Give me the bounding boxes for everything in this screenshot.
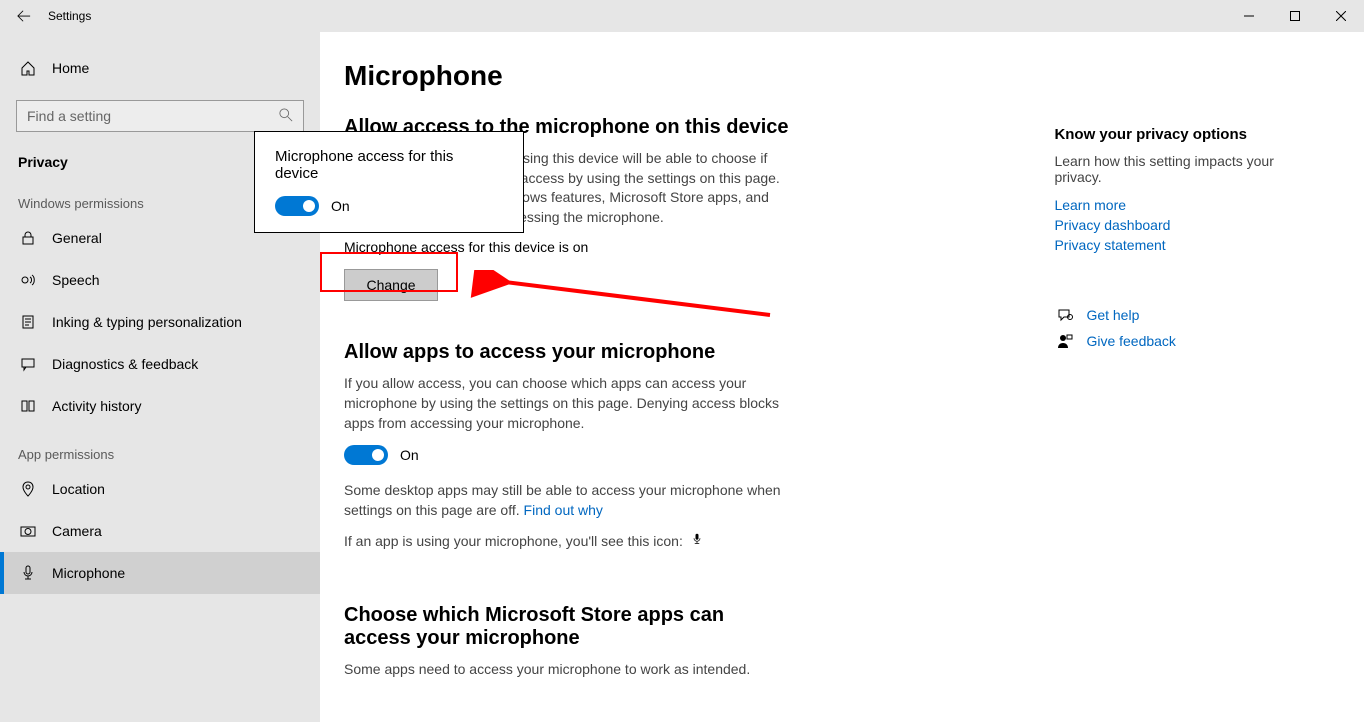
sidebar-item-speech[interactable]: Speech bbox=[0, 259, 320, 301]
mic-in-use-note: If an app is using your microphone, you'… bbox=[344, 532, 784, 552]
get-help-row[interactable]: Get help bbox=[1054, 307, 1364, 323]
privacy-dashboard-link[interactable]: Privacy dashboard bbox=[1054, 217, 1364, 233]
section-app-permissions: App permissions bbox=[0, 427, 320, 468]
close-icon bbox=[1336, 11, 1346, 21]
section3-body: Some apps need to access your microphone… bbox=[344, 660, 784, 680]
sidebar-item-diagnostics[interactable]: Diagnostics & feedback bbox=[0, 343, 320, 385]
privacy-statement-link[interactable]: Privacy statement bbox=[1054, 237, 1364, 253]
microphone-indicator-icon bbox=[691, 533, 703, 549]
location-icon bbox=[18, 481, 38, 497]
lock-icon bbox=[18, 230, 38, 246]
minimize-icon bbox=[1244, 11, 1254, 21]
history-icon bbox=[18, 398, 38, 414]
sidebar-item-label: Speech bbox=[52, 272, 99, 288]
device-access-toggle-label: On bbox=[331, 198, 350, 214]
sidebar-item-inking[interactable]: Inking & typing personalization bbox=[0, 301, 320, 343]
give-feedback-row[interactable]: Give feedback bbox=[1054, 333, 1364, 349]
search-box[interactable] bbox=[16, 100, 304, 132]
get-help-link[interactable]: Get help bbox=[1086, 307, 1139, 323]
sidebar-item-label: Diagnostics & feedback bbox=[52, 356, 198, 372]
sidebar-item-label: Location bbox=[52, 481, 105, 497]
sidebar-item-location[interactable]: Location bbox=[0, 468, 320, 510]
sidebar-item-label: Camera bbox=[52, 523, 102, 539]
feedback-person-icon bbox=[1054, 333, 1076, 349]
search-input[interactable] bbox=[27, 108, 279, 124]
aside-body: Learn how this setting impacts your priv… bbox=[1054, 153, 1284, 185]
search-icon bbox=[279, 108, 293, 125]
apps-access-toggle[interactable] bbox=[344, 445, 388, 465]
sidebar-item-label: General bbox=[52, 230, 102, 246]
home-icon bbox=[18, 60, 38, 76]
speech-icon bbox=[18, 272, 38, 288]
aside-heading: Know your privacy options bbox=[1054, 126, 1364, 143]
give-feedback-link[interactable]: Give feedback bbox=[1086, 333, 1176, 349]
aside: Know your privacy options Learn how this… bbox=[1054, 116, 1364, 692]
section2-title: Allow apps to access your microphone bbox=[344, 341, 924, 364]
device-access-toggle[interactable] bbox=[275, 196, 319, 216]
page-title: Microphone bbox=[344, 60, 1364, 92]
find-out-why-link[interactable]: Find out why bbox=[524, 502, 603, 518]
sidebar-item-label: Inking & typing personalization bbox=[52, 314, 242, 330]
device-access-flyout: Microphone access for this device On bbox=[254, 131, 524, 233]
sidebar-item-label: Microphone bbox=[52, 565, 125, 581]
clipboard-icon bbox=[18, 314, 38, 330]
titlebar: Settings bbox=[0, 0, 1364, 32]
back-button[interactable] bbox=[0, 0, 48, 32]
minimize-button[interactable] bbox=[1226, 0, 1272, 32]
window-title: Settings bbox=[48, 9, 91, 23]
sidebar-home[interactable]: Home bbox=[0, 50, 320, 86]
apps-access-toggle-label: On bbox=[400, 447, 419, 463]
section3-title: Choose which Microsoft Store apps can ac… bbox=[344, 604, 764, 650]
feedback-icon bbox=[18, 356, 38, 372]
close-button[interactable] bbox=[1318, 0, 1364, 32]
maximize-icon bbox=[1290, 11, 1300, 21]
section2-note: Some desktop apps may still be able to a… bbox=[344, 481, 784, 520]
window-controls bbox=[1226, 0, 1364, 32]
annotation-change-highlight bbox=[320, 252, 458, 292]
learn-more-link[interactable]: Learn more bbox=[1054, 197, 1364, 213]
section2-body: If you allow access, you can choose whic… bbox=[344, 374, 784, 433]
arrow-left-icon bbox=[17, 9, 31, 23]
sidebar-item-label: Activity history bbox=[52, 398, 141, 414]
help-icon bbox=[1054, 307, 1076, 323]
flyout-title: Microphone access for this device bbox=[275, 148, 465, 182]
maximize-button[interactable] bbox=[1272, 0, 1318, 32]
camera-icon bbox=[18, 523, 38, 539]
sidebar-item-microphone[interactable]: Microphone bbox=[0, 552, 320, 594]
sidebar-item-activity[interactable]: Activity history bbox=[0, 385, 320, 427]
microphone-icon bbox=[18, 565, 38, 581]
sidebar-item-camera[interactable]: Camera bbox=[0, 510, 320, 552]
sidebar-home-label: Home bbox=[52, 60, 89, 76]
